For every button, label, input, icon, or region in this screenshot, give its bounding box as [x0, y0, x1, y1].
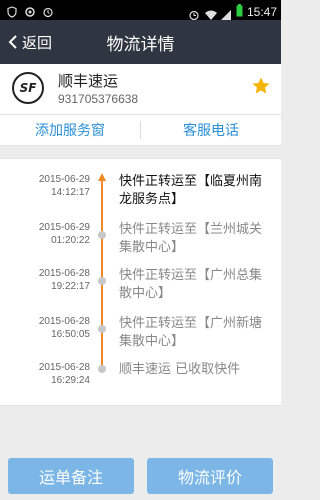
timeline-progress	[101, 181, 103, 369]
alarm-icon	[42, 3, 54, 18]
logistics-review-button[interactable]: 物流评价	[147, 458, 273, 494]
timeline-dot	[98, 231, 106, 239]
event-datetime: 2015-06-28 16:29:24	[38, 362, 90, 386]
status-bar: 15:47	[0, 0, 281, 20]
shield-icon	[6, 3, 18, 18]
event-datetime: 2015-06-29 01:20:22	[38, 222, 90, 246]
timeline-dot	[98, 365, 106, 373]
signal-icon	[220, 6, 232, 20]
battery-icon	[236, 2, 243, 21]
event-datetime: 2015-06-28 16:50:05	[38, 316, 90, 340]
back-label: 返回	[22, 33, 53, 52]
settings-icon	[24, 3, 36, 17]
status-time: 15:47	[246, 4, 277, 19]
wifi-icon	[204, 6, 217, 20]
nav-bar: 返回 物流详情	[0, 20, 281, 64]
carrier-name: 顺丰速运	[58, 72, 119, 90]
event-description: 快件正转运至【广州总集散中心】	[119, 268, 263, 301]
back-button[interactable]: 返回	[8, 20, 52, 64]
carrier-logo: SF	[12, 72, 44, 104]
tracking-number: 931705376638	[58, 92, 139, 106]
customer-service-phone-button[interactable]: 客服电话	[141, 115, 281, 145]
timeline-dot	[98, 325, 106, 333]
chevron-left-icon	[8, 35, 17, 49]
action-row: 添加服务窗 客服电话	[0, 114, 281, 146]
timeline-arrow-icon	[98, 173, 106, 181]
waybill-note-button[interactable]: 运单备注	[8, 458, 134, 494]
add-service-window-button[interactable]: 添加服务窗	[0, 115, 140, 145]
event-description: 快件正转运至【兰州城关集散中心】	[119, 222, 263, 255]
event-description: 顺丰速运 已收取快件	[119, 362, 241, 377]
alarm-clock-icon	[188, 6, 200, 20]
tracking-timeline: 2015-06-29 14:12:17 快件正转运至【临夏州南龙服务点】 2015…	[0, 158, 281, 406]
event-description: 快件正转运至【广州新塘集散中心】	[119, 316, 263, 349]
timeline-dot	[98, 277, 106, 285]
event-description: 快件正转运至【临夏州南龙服务点】	[119, 174, 263, 207]
bottom-bar: 运单备注 物流评价	[0, 448, 281, 500]
star-icon[interactable]	[251, 76, 271, 100]
event-datetime: 2015-06-29 14:12:17	[38, 174, 90, 198]
event-datetime: 2015-06-28 19:22:17	[38, 268, 90, 292]
carrier-info: SF 顺丰速运 931705376638	[0, 64, 281, 114]
